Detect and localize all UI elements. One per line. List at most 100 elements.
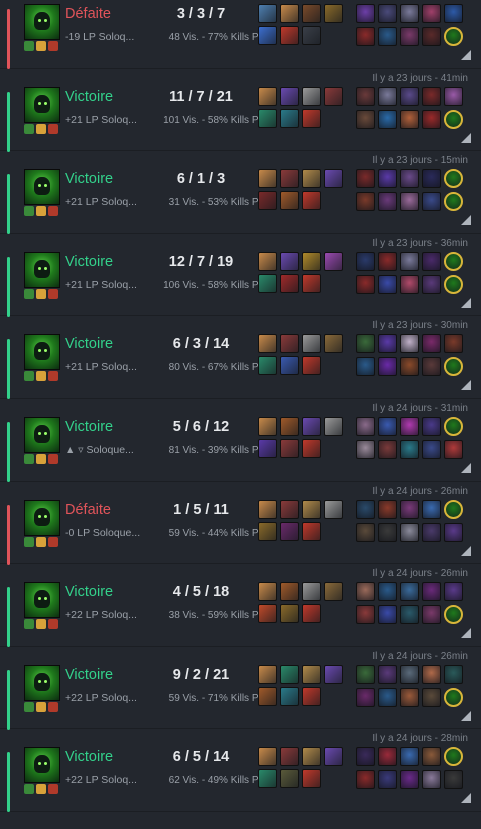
item-icon[interactable] [302,416,321,436]
player-champion-icon[interactable] [400,687,419,707]
player-champion-icon[interactable] [422,109,441,129]
item-icon[interactable] [324,499,343,519]
item-icon[interactable] [258,521,277,541]
item-icon[interactable] [280,499,299,519]
player-champion-icon[interactable] [422,522,441,542]
player-champion-icon[interactable] [422,605,441,625]
expand-corner-icon[interactable] [461,297,471,308]
player-champion-icon[interactable] [400,522,419,542]
player-champion-icon[interactable] [356,334,375,354]
player-champion-icon[interactable] [356,582,375,602]
champion-icon[interactable] [24,334,60,371]
player-champion-icon[interactable] [444,747,463,767]
player-champion-icon[interactable] [378,664,397,684]
expand-corner-icon[interactable] [461,50,471,60]
player-champion-icon[interactable] [400,582,419,602]
item-icon[interactable] [258,438,277,458]
player-champion-icon[interactable] [378,251,397,271]
item-icon[interactable] [280,86,299,106]
item-icon[interactable] [302,26,321,45]
player-champion-icon[interactable] [378,334,397,354]
expand-corner-icon[interactable] [461,215,471,226]
item-icon[interactable] [302,664,321,684]
player-champion-icon[interactable] [422,416,441,436]
item-icon[interactable] [302,686,321,706]
match-row[interactable]: Victoire +21 LP Soloq... 6 / 3 / 14 80 Vis.… [0,316,481,400]
item-icon[interactable] [258,356,277,376]
player-champion-icon[interactable] [356,251,375,271]
item-icon[interactable] [324,4,343,23]
item-icon[interactable] [258,582,277,602]
player-champion-icon[interactable] [356,605,375,625]
champion-icon[interactable] [24,416,60,453]
champion-icon[interactable] [24,4,60,40]
item-icon[interactable] [258,664,277,684]
item-icon[interactable] [324,582,343,602]
player-champion-icon[interactable] [400,86,419,106]
item-icon[interactable] [280,664,299,684]
item-icon[interactable] [258,604,277,624]
champion-icon[interactable] [24,664,60,701]
player-champion-icon[interactable] [400,605,419,625]
player-champion-icon[interactable] [400,499,419,519]
item-icon[interactable] [280,686,299,706]
item-icon[interactable] [302,521,321,541]
player-champion-icon[interactable] [422,770,441,790]
player-champion-icon[interactable] [378,192,397,212]
item-icon[interactable] [258,747,277,767]
item-icon[interactable] [302,356,321,376]
item-icon[interactable] [280,108,299,128]
item-icon[interactable] [258,334,277,354]
player-champion-icon[interactable] [444,687,463,707]
match-row[interactable]: Victoire +21 LP Soloq... 12 / 7 / 19 106 Vi… [0,234,481,317]
item-icon[interactable] [302,769,321,789]
item-icon[interactable] [302,191,321,211]
player-champion-icon[interactable] [356,4,375,23]
player-champion-icon[interactable] [444,4,463,23]
player-champion-icon[interactable] [356,274,375,294]
item-icon[interactable] [302,747,321,767]
player-champion-icon[interactable] [444,192,463,212]
player-champion-icon[interactable] [444,334,463,354]
player-champion-icon[interactable] [444,416,463,436]
player-champion-icon[interactable] [378,605,397,625]
champion-icon[interactable] [24,86,60,123]
champion-icon[interactable] [24,747,60,784]
expand-corner-icon[interactable] [461,710,471,721]
match-row[interactable]: Victoire ▲ ▿ Soloque... 5 / 6 / 12 81 Vis. … [0,399,481,482]
item-icon[interactable] [258,108,277,128]
player-champion-icon[interactable] [422,664,441,684]
player-champion-icon[interactable] [356,357,375,377]
item-icon[interactable] [280,604,299,624]
player-champion-icon[interactable] [422,4,441,23]
player-champion-icon[interactable] [378,687,397,707]
player-champion-icon[interactable] [378,4,397,23]
player-champion-icon[interactable] [356,169,375,189]
expand-corner-icon[interactable] [461,462,471,473]
player-champion-icon[interactable] [444,605,463,625]
player-champion-icon[interactable] [444,251,463,271]
player-champion-icon[interactable] [444,86,463,106]
item-icon[interactable] [280,4,299,23]
player-champion-icon[interactable] [400,192,419,212]
player-champion-icon[interactable] [422,169,441,189]
item-icon[interactable] [302,604,321,624]
item-icon[interactable] [302,86,321,106]
player-champion-icon[interactable] [422,192,441,212]
player-champion-icon[interactable] [422,687,441,707]
player-champion-icon[interactable] [356,770,375,790]
player-champion-icon[interactable] [422,251,441,271]
player-champion-icon[interactable] [378,169,397,189]
item-icon[interactable] [258,26,277,45]
player-champion-icon[interactable] [356,499,375,519]
champion-icon[interactable] [24,499,60,536]
player-champion-icon[interactable] [356,522,375,542]
expand-corner-icon[interactable] [461,793,471,804]
player-champion-icon[interactable] [444,439,463,459]
item-icon[interactable] [324,86,343,106]
item-icon[interactable] [280,191,299,211]
champion-icon[interactable] [24,251,60,288]
player-champion-icon[interactable] [444,664,463,684]
player-champion-icon[interactable] [422,582,441,602]
item-icon[interactable] [280,273,299,293]
